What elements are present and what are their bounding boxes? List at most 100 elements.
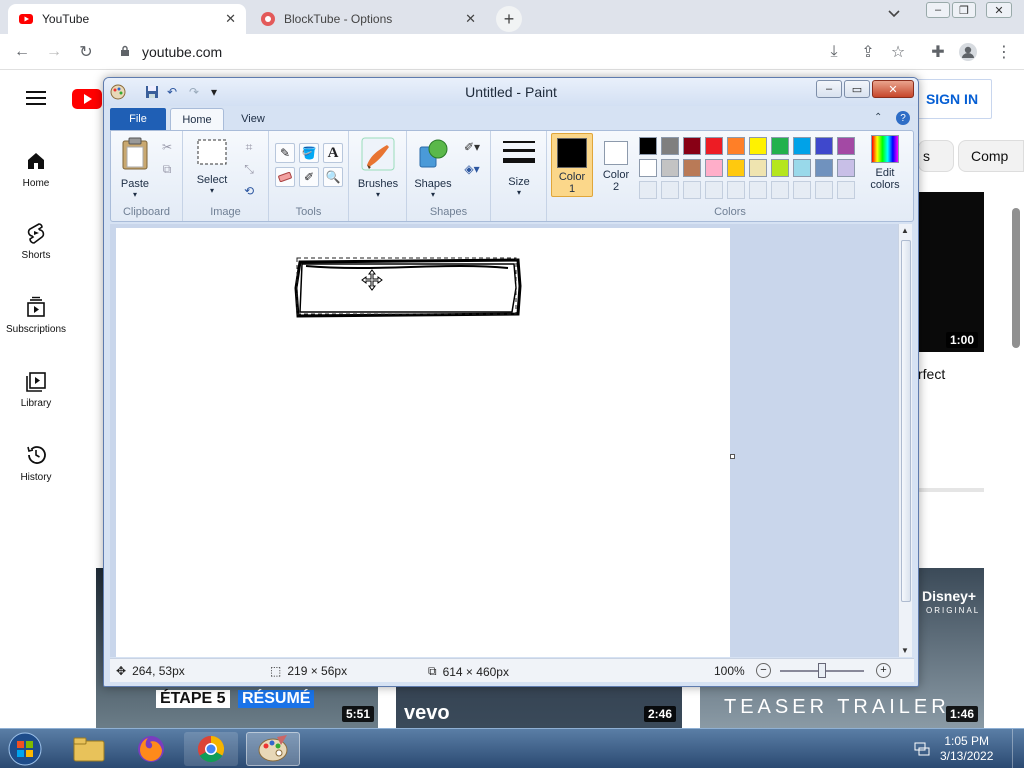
palette-swatch[interactable] xyxy=(837,159,855,177)
palette-swatch[interactable] xyxy=(771,137,789,155)
eraser-icon[interactable] xyxy=(275,167,295,187)
drawing-canvas[interactable] xyxy=(116,228,730,657)
palette-swatch[interactable] xyxy=(815,137,833,155)
palette-swatch[interactable] xyxy=(661,137,679,155)
paint-taskbar-icon[interactable] xyxy=(246,732,300,766)
tab-view[interactable]: View xyxy=(230,108,276,130)
palette-swatch[interactable] xyxy=(749,159,767,177)
chrome-menu-icon[interactable]: ⋮ xyxy=(994,42,1014,62)
palette-swatch[interactable] xyxy=(639,137,657,155)
palette-swatch[interactable] xyxy=(771,159,789,177)
sidebar-item-shorts[interactable]: Shorts xyxy=(0,222,72,261)
scrollbar-thumb[interactable] xyxy=(901,240,911,602)
zoom-in-button[interactable]: + xyxy=(876,663,891,678)
outline-icon[interactable]: ✐▾ xyxy=(457,137,487,157)
video-thumbnail[interactable] xyxy=(918,192,984,352)
sidebar-item-history[interactable]: History xyxy=(0,444,72,483)
palette-empty-slot[interactable] xyxy=(749,181,767,199)
profile-avatar-icon[interactable] xyxy=(958,42,978,62)
install-app-icon[interactable]: ⤓ xyxy=(824,42,844,62)
scrollbar-thumb[interactable] xyxy=(1012,208,1020,348)
palette-swatch[interactable] xyxy=(793,137,811,155)
sidebar-item-home[interactable]: Home xyxy=(0,150,72,189)
palette-swatch[interactable] xyxy=(837,137,855,155)
bookmark-star-icon[interactable]: ☆ xyxy=(888,42,908,62)
video-title[interactable]: rfect xyxy=(918,366,945,382)
system-clock[interactable]: 1:05 PM 3/13/2022 xyxy=(940,734,993,764)
show-desktop-button[interactable] xyxy=(1012,729,1024,768)
new-tab-button[interactable]: + xyxy=(496,6,522,32)
resize-icon[interactable]: ⤡ xyxy=(239,159,259,179)
maximize-window-button[interactable]: ❐ xyxy=(952,2,976,18)
extensions-icon[interactable]: ✚ xyxy=(928,42,948,62)
paint-maximize-button[interactable]: ▭ xyxy=(844,80,870,98)
color-picker-icon[interactable]: ✐ xyxy=(299,167,319,187)
firefox-icon[interactable] xyxy=(124,732,178,766)
vertical-scrollbar[interactable]: ▲ ▼ xyxy=(898,224,912,657)
palette-swatch[interactable] xyxy=(705,159,723,177)
rotate-icon[interactable]: ⟲ xyxy=(239,181,259,201)
back-icon[interactable]: ← xyxy=(12,42,32,62)
tab-blocktube-options[interactable]: BlockTube - Options ✕ xyxy=(250,4,486,34)
copy-icon[interactable]: ⧉ xyxy=(157,159,177,179)
share-icon[interactable]: ⇪ xyxy=(858,42,878,62)
palette-empty-slot[interactable] xyxy=(661,181,679,199)
chip-filter[interactable]: Comp xyxy=(958,140,1024,172)
close-tab-icon[interactable]: ✕ xyxy=(465,11,476,27)
palette-empty-slot[interactable] xyxy=(639,181,657,199)
fill-icon[interactable]: ◈▾ xyxy=(457,159,487,179)
brushes-button[interactable]: Brushes ▾ xyxy=(353,137,403,199)
zoom-slider-thumb[interactable] xyxy=(818,663,826,678)
palette-empty-slot[interactable] xyxy=(815,181,833,199)
youtube-logo-icon[interactable] xyxy=(72,88,102,110)
canvas-resize-handle[interactable] xyxy=(730,454,735,459)
palette-empty-slot[interactable] xyxy=(705,181,723,199)
paint-minimize-button[interactable]: – xyxy=(816,80,842,98)
crop-icon[interactable]: ⌗ xyxy=(239,137,259,157)
palette-swatch[interactable] xyxy=(705,137,723,155)
palette-empty-slot[interactable] xyxy=(837,181,855,199)
start-button[interactable] xyxy=(0,732,50,766)
palette-swatch[interactable] xyxy=(639,159,657,177)
help-icon[interactable]: ? xyxy=(896,111,910,125)
youtube-menu-icon[interactable] xyxy=(26,90,46,106)
palette-empty-slot[interactable] xyxy=(771,181,789,199)
size-button[interactable]: Size ▾ xyxy=(497,137,541,197)
palette-swatch[interactable] xyxy=(661,159,679,177)
palette-swatch[interactable] xyxy=(793,159,811,177)
forward-icon[interactable]: → xyxy=(44,42,64,62)
palette-swatch[interactable] xyxy=(749,137,767,155)
shapes-button[interactable]: Shapes ▾ xyxy=(411,137,455,199)
cut-icon[interactable]: ✂ xyxy=(157,137,177,157)
color1-button[interactable]: Color 1 xyxy=(551,133,593,197)
close-tab-icon[interactable]: ✕ xyxy=(225,11,236,27)
palette-empty-slot[interactable] xyxy=(793,181,811,199)
reload-icon[interactable]: ↻ xyxy=(76,42,96,62)
address-bar[interactable]: youtube.com xyxy=(110,38,810,66)
tab-search-chevron-icon[interactable] xyxy=(888,8,900,22)
palette-swatch[interactable] xyxy=(727,137,745,155)
palette-swatch[interactable] xyxy=(815,159,833,177)
paint-close-button[interactable]: ✕ xyxy=(872,80,914,98)
zoom-out-button[interactable]: − xyxy=(756,663,771,678)
file-explorer-icon[interactable] xyxy=(62,732,116,766)
text-icon[interactable]: A xyxy=(323,143,343,163)
network-icon[interactable] xyxy=(914,741,930,757)
sidebar-item-subscriptions[interactable]: Subscriptions xyxy=(0,296,72,335)
paste-button[interactable]: Paste ▾ xyxy=(115,137,155,199)
minimize-ribbon-icon[interactable]: ⌃ xyxy=(874,112,882,123)
tab-home[interactable]: Home xyxy=(170,108,224,130)
palette-swatch[interactable] xyxy=(683,137,701,155)
palette-empty-slot[interactable] xyxy=(727,181,745,199)
close-window-button[interactable]: ✕ xyxy=(986,2,1012,18)
scroll-down-arrow-icon[interactable]: ▼ xyxy=(901,646,909,655)
edit-colors-button[interactable]: Edit colors xyxy=(863,135,907,191)
fill-bucket-icon[interactable]: 🪣 xyxy=(299,143,319,163)
palette-empty-slot[interactable] xyxy=(683,181,701,199)
palette-swatch[interactable] xyxy=(683,159,701,177)
palette-swatch[interactable] xyxy=(727,159,745,177)
color2-button[interactable]: Color 2 xyxy=(597,133,635,197)
minimize-window-button[interactable]: – xyxy=(926,2,950,18)
magnifier-icon[interactable]: 🔍 xyxy=(323,167,343,187)
pencil-icon[interactable]: ✎ xyxy=(275,143,295,163)
